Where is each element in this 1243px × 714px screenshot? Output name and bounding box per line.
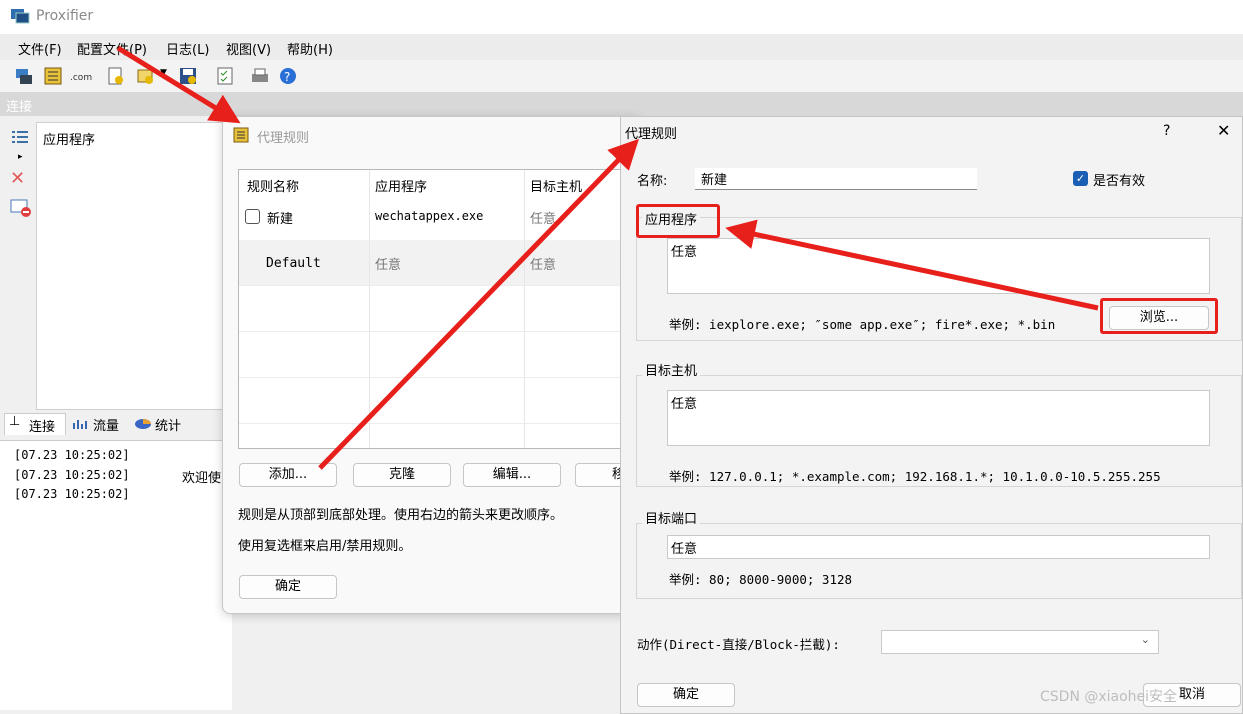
proxifier-logo-icon (11, 9, 30, 24)
new-profile-icon[interactable] (106, 66, 126, 86)
dialog-title: 代理规则 (625, 127, 678, 142)
target-port-input[interactable]: 任意 (667, 535, 1210, 559)
save-profile-icon[interactable] (178, 66, 198, 86)
rule-application[interactable]: 任意 (375, 254, 401, 273)
target-host-group-label: 目标主机 (642, 360, 701, 379)
name-field[interactable]: 新建 (695, 168, 977, 190)
rule-target-host[interactable]: 任意 (530, 208, 556, 227)
application-list[interactable]: 应用程序 (36, 122, 232, 410)
dialog-title: 代理规则 (257, 131, 310, 146)
connections-header: 连接 (0, 92, 1243, 116)
title-bar: Proxifier (0, 0, 1243, 34)
application-list-header: 应用程序 (43, 133, 96, 148)
menu-log[interactable]: 日志(L) (166, 39, 209, 58)
help-icon[interactable]: ? (278, 66, 298, 86)
tab-statistics[interactable]: 统计 (132, 413, 192, 435)
rule-application[interactable]: wechatappex.exe (375, 209, 483, 223)
menu-bar: 文件(F) 配置文件(P) 日志(L) 视图(V) 帮助(H) (0, 34, 1243, 60)
application-input-value: 任意 (671, 245, 698, 260)
rules-table: 规则名称 应用程序 目标主机 新建 wechatappex.exe 任意 Def… (238, 169, 638, 449)
menu-help[interactable]: 帮助(H) (287, 39, 333, 58)
tab-statistics-label: 统计 (155, 419, 182, 434)
svg-text:.com: .com (70, 73, 92, 83)
menu-view[interactable]: 视图(V) (226, 39, 271, 58)
column-header-application[interactable]: 应用程序 (375, 176, 427, 195)
highlight-box-browse (1100, 298, 1218, 334)
close-x-icon[interactable]: ✕ (10, 168, 25, 189)
log-line: [07.23 10:25:02] (14, 487, 130, 501)
highlight-box-application (636, 204, 720, 238)
target-port-example: 举例: 80; 8000-9000; 3128 (669, 572, 853, 587)
help-button[interactable]: ? (1163, 123, 1170, 139)
rules-icon[interactable] (43, 66, 63, 86)
expand-arrow-icon[interactable]: ▸ (18, 152, 23, 162)
target-port-input-value: 任意 (671, 542, 698, 557)
target-port-group-label: 目标端口 (642, 508, 701, 527)
column-header-rule-name[interactable]: 规则名称 (247, 176, 299, 195)
log-line: [07.23 10:25:02] (14, 468, 130, 482)
ok-button[interactable]: 确定 (239, 575, 337, 599)
dropdown-arrow-icon[interactable]: ▼ (160, 68, 180, 88)
column-header-target-host[interactable]: 目标主机 (530, 176, 582, 195)
action-select[interactable]: ⌄ (881, 630, 1159, 654)
rules-checkbox-info: 使用复选框来启用/禁用规则。 (238, 539, 412, 554)
connections-tab-icon: ⊥ (9, 414, 21, 429)
tab-connections[interactable]: ⊥ 连接 (4, 413, 66, 435)
welcome-message: 欢迎使 (182, 467, 222, 486)
rule-target-host[interactable]: 任意 (530, 254, 556, 273)
open-profile-icon[interactable] (136, 66, 156, 86)
close-button[interactable]: ✕ (1217, 121, 1230, 140)
name-label: 名称: (637, 174, 668, 189)
pie-chart-icon (135, 419, 151, 429)
left-toolbar: ▸ ✕ (0, 120, 36, 410)
edit-button[interactable]: 编辑... (463, 463, 561, 487)
enabled-checkbox[interactable]: ✓ (1073, 171, 1088, 186)
target-host-example: 举例: 127.0.0.1; *.example.com; 192.168.1.… (669, 469, 1161, 484)
name-field-value: 新建 (701, 173, 728, 188)
list-view-icon[interactable] (10, 128, 30, 148)
clone-button[interactable]: 克隆 (353, 463, 451, 487)
menu-profile[interactable]: 配置文件(P) (77, 39, 147, 58)
bottom-tabs: ⊥ 连接 流量 统计 (0, 410, 232, 436)
menu-file[interactable]: 文件(F) (18, 39, 62, 58)
print-icon[interactable] (250, 66, 270, 86)
connections-header-label: 连接 (6, 100, 33, 115)
remove-window-icon[interactable] (10, 198, 32, 218)
tab-traffic[interactable]: 流量 (70, 413, 128, 435)
tab-traffic-label: 流量 (93, 419, 120, 434)
enabled-label: 是否有效 (1093, 174, 1146, 189)
rules-icon (233, 127, 249, 143)
rule-name[interactable]: Default (266, 256, 321, 271)
app-title: Proxifier (36, 8, 94, 24)
proxy-rules-dialog: 代理规则 规则名称 应用程序 目标主机 新建 wechatappex.exe 任… (222, 116, 642, 614)
application-example: 举例: iexplore.exe; ″some app.exe″; fire*.… (669, 317, 1056, 332)
proxy-servers-icon[interactable] (14, 66, 34, 86)
name-resolution-icon[interactable]: .com (70, 66, 94, 86)
log-line: [07.23 10:25:02] (14, 448, 130, 462)
ok-button[interactable]: 确定 (637, 683, 735, 707)
chevron-down-icon: ⌄ (1140, 633, 1150, 646)
rule-name[interactable]: 新建 (267, 208, 293, 227)
tab-connections-label: 连接 (29, 420, 56, 435)
target-host-input-value: 任意 (671, 397, 698, 412)
checklist-icon[interactable] (215, 66, 235, 86)
watermark: CSDN @xiaohei安全 (1040, 689, 1178, 705)
svg-text:?: ? (284, 70, 290, 84)
bar-chart-icon (73, 420, 87, 429)
rule-enable-checkbox[interactable] (245, 209, 260, 224)
rules-order-info: 规则是从顶部到底部处理。使用右边的箭头来更改顺序。 (238, 508, 564, 523)
target-host-input[interactable]: 任意 (667, 390, 1210, 446)
add-button[interactable]: 添加... (239, 463, 337, 487)
action-label: 动作(Direct-直接/Block-拦截): (637, 637, 840, 652)
toolbar: .com ▼ ? (0, 60, 1243, 92)
application-input[interactable]: 任意 (667, 238, 1210, 294)
